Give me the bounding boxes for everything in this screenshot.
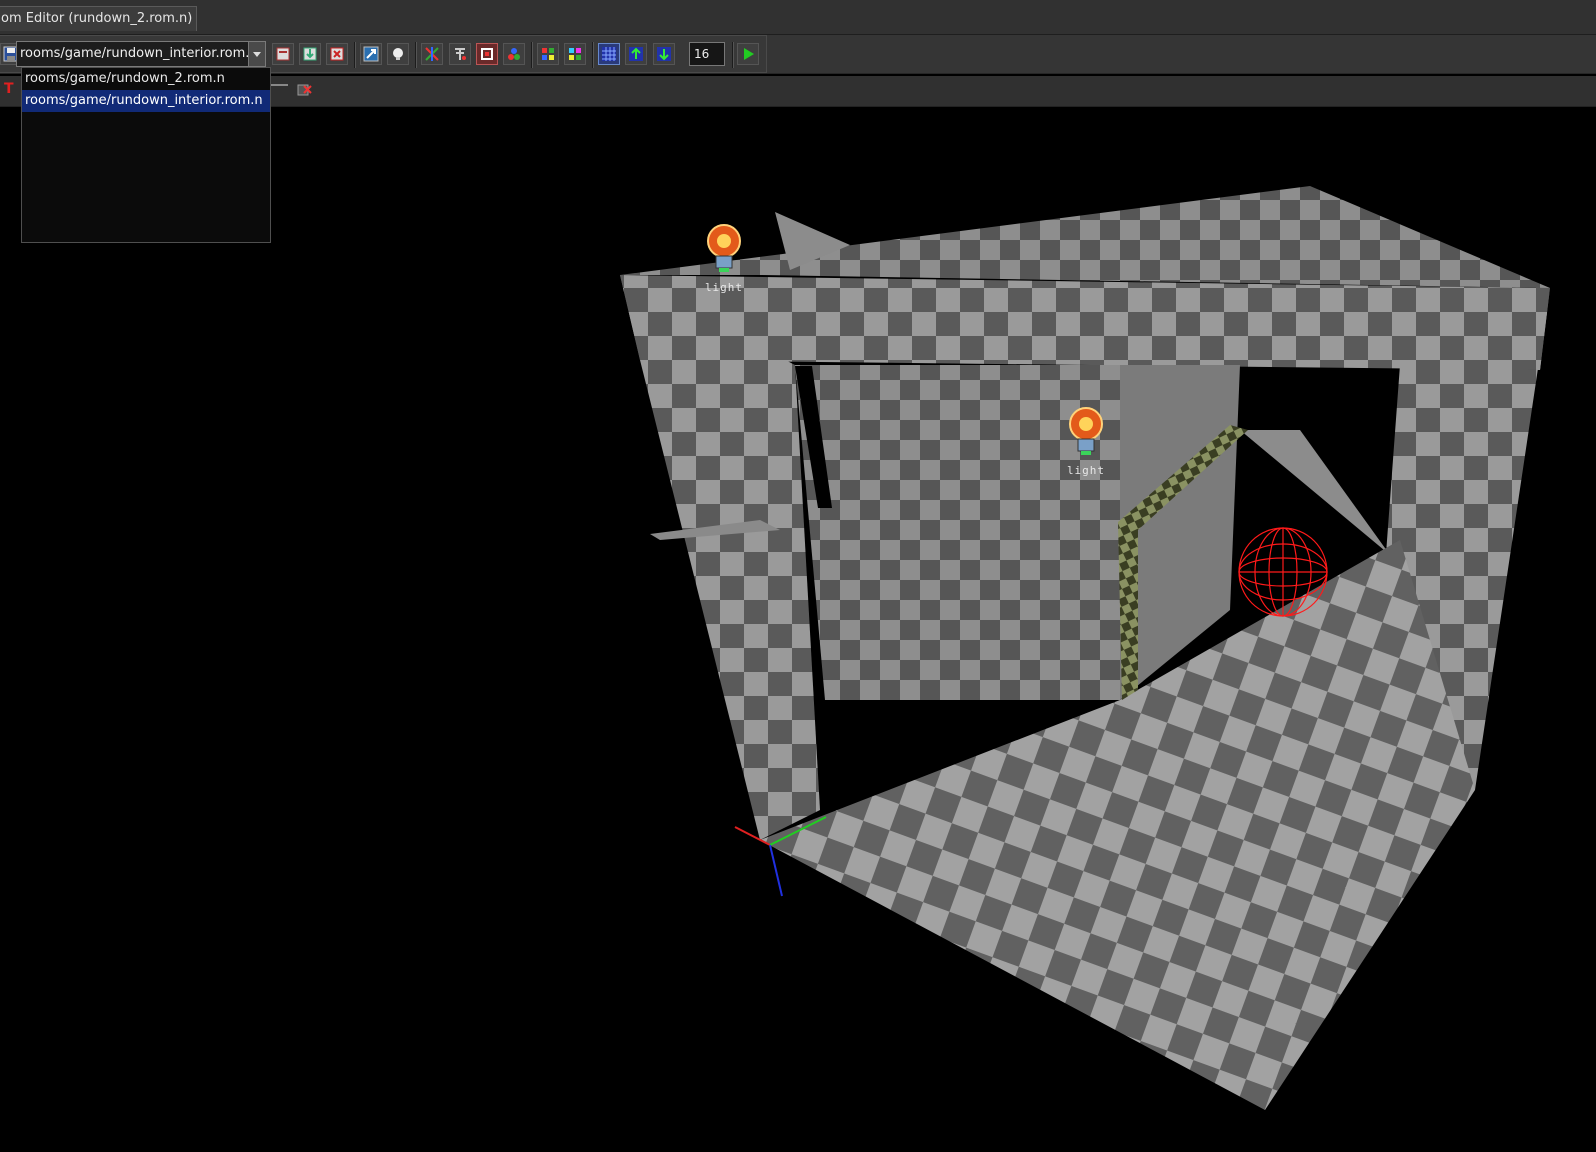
select-box-icon [481, 48, 493, 60]
grid-toggle-button[interactable] [598, 43, 620, 65]
script-icon [393, 48, 403, 60]
slider-track[interactable] [270, 84, 288, 86]
room-new-button[interactable] [272, 43, 294, 65]
close-tool-button[interactable] [296, 82, 312, 102]
grid-increase-button[interactable] [625, 43, 647, 65]
inner-back-wall [795, 365, 1120, 700]
export-icon [363, 46, 379, 62]
light-label: light [1067, 464, 1105, 477]
rotate-tool-button[interactable] [449, 43, 471, 65]
room-import-button[interactable] [299, 43, 321, 65]
export-button[interactable] [360, 43, 382, 65]
grid-size-input[interactable]: 16 [689, 42, 725, 66]
play-button[interactable] [737, 43, 759, 65]
delete-document-icon [330, 47, 344, 61]
dropdown-option-selected[interactable]: rooms/game/rundown_interior.rom.n [22, 90, 270, 112]
dropdown-option[interactable]: rooms/game/rundown_2.rom.n [22, 68, 270, 90]
import-icon [303, 47, 317, 61]
room-select-dropdown: rooms/game/rundown_2.rom.n rooms/game/ru… [21, 67, 271, 243]
grid-up-icon [629, 47, 643, 61]
scale-icon [508, 48, 520, 60]
scale-tool-button[interactable] [503, 43, 525, 65]
title-bar: om Editor (rundown_2.rom.n) [0, 0, 1596, 35]
document-icon [276, 47, 290, 61]
script-button[interactable] [387, 43, 409, 65]
text-tool-icon[interactable]: T [4, 81, 14, 97]
color-grid-alt-icon [569, 48, 581, 60]
palette-button[interactable] [537, 43, 559, 65]
3d-viewport[interactable]: light light [0, 107, 1596, 1152]
grid-icon [602, 47, 616, 61]
rotate-icon [455, 48, 466, 60]
scene-render: light light [620, 186, 1550, 1110]
chevron-down-icon[interactable] [248, 42, 265, 66]
sphere-gizmo[interactable] [1238, 527, 1328, 617]
editor-tab[interactable]: om Editor (rundown_2.rom.n) [0, 6, 198, 31]
play-icon [744, 48, 754, 60]
grid-decrease-button[interactable] [653, 43, 675, 65]
light-label: light [705, 281, 743, 294]
room-select[interactable]: rooms/game/rundown_interior.rom.n [16, 41, 266, 67]
palette-alt-button[interactable] [564, 43, 586, 65]
close-icon [297, 84, 312, 96]
room-select-value: rooms/game/rundown_interior.rom.n [20, 46, 258, 61]
move-tool-button[interactable] [421, 43, 443, 65]
room-delete-button[interactable] [326, 43, 348, 65]
grid-down-icon [657, 47, 671, 61]
ceiling-surface [620, 186, 1550, 288]
color-grid-icon [542, 48, 554, 60]
select-tool-button[interactable] [476, 43, 498, 65]
axes-icon [425, 47, 439, 61]
